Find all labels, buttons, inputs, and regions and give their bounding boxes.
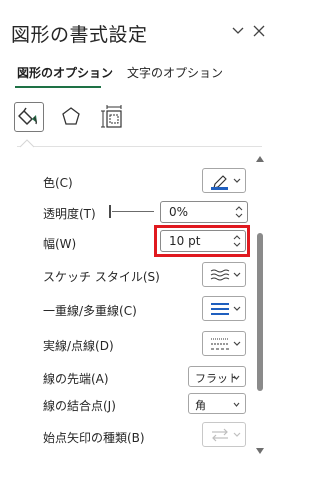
- sketch-style-dropdown[interactable]: [202, 262, 246, 287]
- join-type-value: 角: [195, 399, 206, 412]
- arrow-type-icon: [210, 426, 230, 448]
- pentagon-effects-icon: [56, 102, 86, 132]
- color-label: 色(C): [43, 176, 73, 190]
- fill-bucket-icon: [15, 103, 43, 131]
- chevron-down-icon: [233, 341, 241, 346]
- scrollbar-thumb[interactable]: [257, 233, 263, 391]
- tab-text-options[interactable]: 文字のオプション: [127, 64, 223, 81]
- cap-type-label: 線の先端(A): [43, 372, 109, 386]
- chevron-down-icon: [233, 432, 241, 437]
- join-type-select[interactable]: 角: [188, 393, 246, 414]
- sketch-style-label: スケッチ スタイル(S): [43, 270, 160, 284]
- begin-arrow-type-label: 始点矢印の種類(B): [43, 431, 145, 445]
- cap-type-select[interactable]: フラット: [188, 366, 246, 387]
- tab-shape-options[interactable]: 図形のオプション: [17, 64, 113, 81]
- transparency-label: 透明度(T): [43, 207, 96, 221]
- tab-effects[interactable]: [56, 102, 86, 132]
- transparency-spinner[interactable]: 0%: [160, 201, 248, 223]
- width-label: 幅(W): [43, 237, 77, 251]
- spin-arrows-icon[interactable]: [235, 205, 243, 219]
- close-pane-button[interactable]: [248, 20, 270, 42]
- close-icon: [248, 20, 270, 42]
- pane-title: 図形の書式設定: [11, 24, 148, 46]
- tab-fill-line[interactable]: [14, 102, 44, 132]
- pane-options-button[interactable]: [227, 20, 249, 42]
- scroll-down-icon[interactable]: [255, 447, 265, 455]
- color-dropdown[interactable]: [202, 168, 246, 193]
- dash-type-label: 実線/点線(D): [43, 339, 114, 353]
- chevron-down-icon: [233, 375, 240, 380]
- dash-type-dropdown[interactable]: [202, 331, 246, 356]
- join-type-label: 線の結合点(J): [43, 399, 116, 413]
- chevron-down-icon: [227, 20, 249, 42]
- compound-lines-icon: [210, 300, 230, 322]
- compound-type-label: 一重線/多重線(C): [43, 304, 137, 318]
- section-notch: [20, 139, 34, 148]
- pane-header: 図形の書式設定: [0, 0, 281, 60]
- tab-size-properties[interactable]: [98, 102, 128, 132]
- scroll-up-icon[interactable]: [255, 155, 265, 163]
- compound-type-dropdown[interactable]: [202, 296, 246, 321]
- transparency-value: 0%: [169, 205, 189, 219]
- transparency-slider-track[interactable]: [112, 211, 154, 212]
- pen-color-icon: [210, 172, 230, 194]
- chevron-down-icon: [233, 306, 241, 311]
- dash-lines-icon: [210, 335, 230, 357]
- highlight-box: [154, 225, 250, 257]
- chevron-down-icon: [233, 178, 241, 183]
- size-properties-icon: [98, 102, 128, 132]
- begin-arrow-type-dropdown[interactable]: [202, 422, 246, 447]
- chevron-down-icon: [233, 402, 240, 407]
- chevron-down-icon: [233, 272, 241, 277]
- active-tab-indicator: [15, 86, 101, 88]
- sketch-style-icon: [210, 266, 230, 288]
- section-divider: [17, 146, 262, 147]
- transparency-slider-handle[interactable]: [109, 205, 111, 218]
